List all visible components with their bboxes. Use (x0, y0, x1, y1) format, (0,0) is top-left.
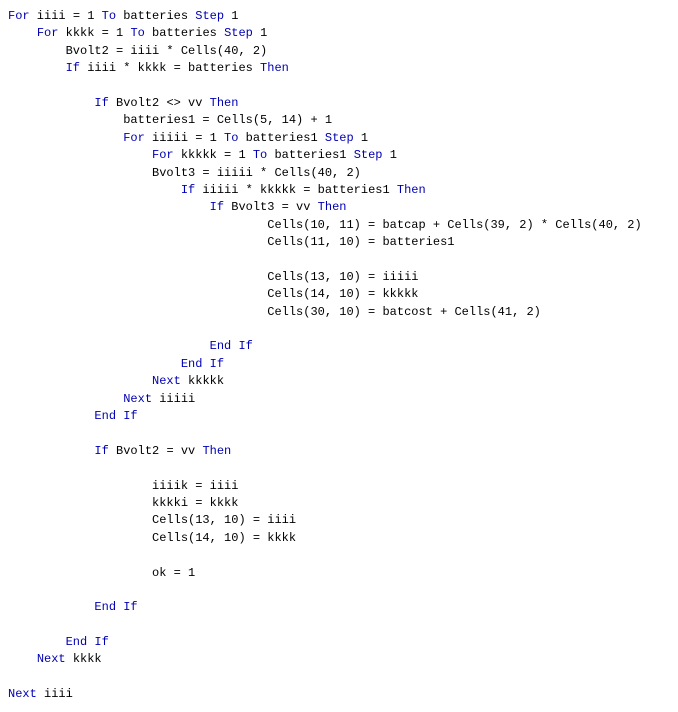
kw-to: To (253, 148, 267, 162)
kw-step: Step (325, 131, 354, 145)
kw-if: If (94, 96, 108, 110)
code-block: For iiii = 1 To batteries Step 1 For kkk… (8, 8, 670, 704)
kw-for: For (152, 148, 174, 162)
kw-next: Next (37, 652, 66, 666)
kw-for: For (37, 26, 59, 40)
kw-endif: End If (94, 600, 137, 614)
kw-for: For (123, 131, 145, 145)
kw-to: To (130, 26, 144, 40)
kw-step: Step (195, 9, 224, 23)
kw-then: Then (202, 444, 231, 458)
kw-endif: End If (210, 339, 253, 353)
kw-for: For (8, 9, 30, 23)
kw-next: Next (123, 392, 152, 406)
kw-if: If (181, 183, 195, 197)
kw-then: Then (318, 200, 347, 214)
kw-then: Then (260, 61, 289, 75)
kw-if: If (94, 444, 108, 458)
kw-if: If (210, 200, 224, 214)
kw-endif: End If (94, 409, 137, 423)
kw-endif: End If (181, 357, 224, 371)
kw-step: Step (224, 26, 253, 40)
kw-to: To (102, 9, 116, 23)
kw-then: Then (210, 96, 239, 110)
kw-then: Then (397, 183, 426, 197)
kw-to: To (224, 131, 238, 145)
kw-next: Next (152, 374, 181, 388)
kw-endif: End If (66, 635, 109, 649)
kw-next: Next (8, 687, 37, 701)
kw-step: Step (354, 148, 383, 162)
kw-if: If (66, 61, 80, 75)
